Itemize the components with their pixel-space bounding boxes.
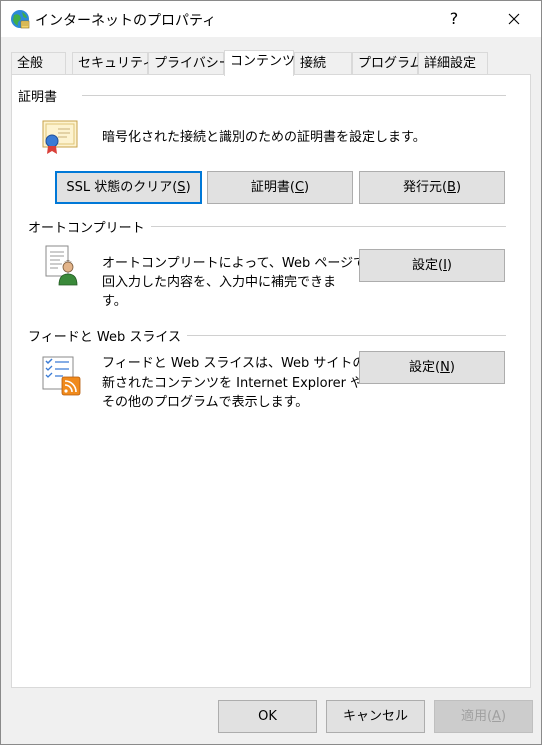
autocomplete-description-line1: オートコンプリートによって、Web ページで前 bbox=[102, 256, 380, 271]
window-title: インターネットのプロパティ bbox=[35, 13, 217, 29]
feeds-description-line3: その他のプログラムで表示します。 bbox=[102, 395, 309, 410]
certificate-icon bbox=[42, 120, 78, 154]
certificates-heading: 証明書 bbox=[18, 86, 64, 105]
content-tab-panel: 証明書 暗号化された接続と識別のための証明書を設定します。 SSL 状態のクリア… bbox=[11, 74, 531, 688]
tab-strip: 全般 セキュリティ プライバシー コンテンツ 接続 プログラム 詳細設定 bbox=[11, 50, 531, 76]
ok-button[interactable]: OK bbox=[218, 700, 317, 733]
tab-connections[interactable]: 接続 bbox=[294, 52, 352, 74]
clear-ssl-state-button[interactable]: SSL 状態のクリア(S) bbox=[55, 171, 202, 204]
feeds-description-line1: フィードと Web スライスは、Web サイトの更 bbox=[102, 356, 379, 371]
autocomplete-form-user-icon bbox=[45, 245, 78, 286]
cancel-button[interactable]: キャンセル bbox=[326, 700, 425, 733]
feeds-divider bbox=[162, 335, 506, 336]
dialog-window: インターネットのプロパティ ? 全般 セキュリティ プライバシー コンテンツ 接… bbox=[0, 0, 542, 745]
autocomplete-divider bbox=[128, 226, 506, 227]
tab-content[interactable]: コンテンツ bbox=[224, 50, 295, 76]
tab-advanced[interactable]: 詳細設定 bbox=[418, 52, 488, 74]
certificates-description: 暗号化された接続と識別のための証明書を設定します。 bbox=[102, 130, 426, 145]
internet-globe-icon bbox=[11, 10, 30, 29]
title-bar: インターネットのプロパティ ? bbox=[1, 1, 541, 37]
autocomplete-description-line2: 回入力した内容を、入力中に補完できま bbox=[102, 275, 337, 290]
feeds-description-line2: 新されたコンテンツを Internet Explorer や bbox=[102, 376, 364, 391]
close-button[interactable] bbox=[491, 1, 537, 37]
tab-general[interactable]: 全般 bbox=[11, 52, 66, 74]
publishers-button[interactable]: 発行元(B) bbox=[359, 171, 505, 204]
autocomplete-description-line3: す。 bbox=[102, 294, 127, 309]
help-button[interactable]: ? bbox=[431, 1, 477, 37]
tab-privacy[interactable]: プライバシー bbox=[148, 52, 232, 74]
certificates-divider bbox=[82, 95, 506, 96]
feeds-rss-icon bbox=[42, 356, 81, 396]
feeds-heading: フィードと Web スライス bbox=[28, 326, 187, 345]
autocomplete-heading: オートコンプリート bbox=[28, 217, 151, 236]
close-icon bbox=[508, 13, 520, 25]
autocomplete-settings-button[interactable]: 設定(I) bbox=[359, 249, 505, 282]
tab-security[interactable]: セキュリティ bbox=[72, 52, 155, 74]
certificates-button[interactable]: 証明書(C) bbox=[207, 171, 353, 204]
apply-button[interactable]: 適用(A) bbox=[434, 700, 533, 733]
tab-programs[interactable]: プログラム bbox=[352, 52, 423, 74]
feeds-settings-button[interactable]: 設定(N) bbox=[359, 351, 505, 384]
